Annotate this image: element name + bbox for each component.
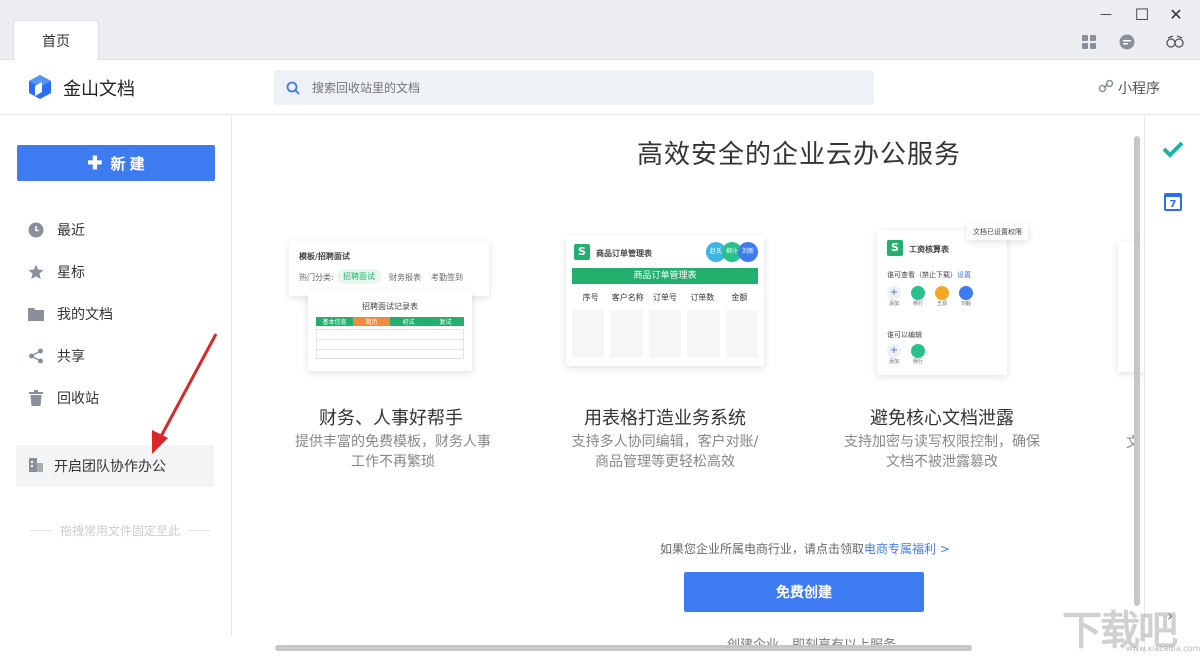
horizontal-scrollbar[interactable]	[275, 645, 972, 651]
sidebar-item-starred[interactable]: 星标	[17, 254, 215, 290]
right-rail: 7 ›	[1144, 116, 1200, 654]
sidebar-item-label: 最近	[57, 220, 85, 240]
kingsoft-docs-logo-icon	[26, 73, 54, 101]
ecommerce-benefit-link[interactable]: 电商专属福利 >	[864, 542, 950, 556]
sidebar-item-my-docs[interactable]: 我的文档	[17, 296, 215, 332]
feature-desc: 支持加密与读写权限控制，确保文档不被泄露篡改	[842, 432, 1042, 472]
close-button[interactable]: ✕	[1166, 4, 1186, 24]
maximize-button[interactable]: ☐	[1132, 4, 1152, 24]
main-content: 高效安全的企业云办公服务 模板/招聘面试 热门分类: 招聘面试 财务报表 考勤签…	[233, 116, 1143, 654]
title-bar: 首页 — ☐ ✕	[0, 0, 1200, 60]
link-icon	[1098, 78, 1114, 98]
building-icon	[28, 456, 44, 476]
site-watermark-url: www.xiazaiba.com	[1126, 644, 1200, 653]
sidebar-item-label: 我的文档	[57, 304, 113, 324]
sidebar-item-label: 星标	[57, 262, 85, 282]
salary-sheet-mockup: S 工资核算表 谁可查看（禁止下载） 设置 +添加 杨行 王源 刘毅 谁可以编辑…	[877, 230, 1007, 375]
plus-icon: ✚	[87, 153, 102, 174]
search-box[interactable]	[274, 70, 874, 105]
mini-program-label: 小程序	[1118, 78, 1160, 98]
app-header: 金山文档 小程序	[0, 60, 1200, 115]
feature-desc: 提供丰富的免费模板，财务人事工作不再繁琐	[293, 432, 493, 472]
interview-sheet-mockup: 招聘面试记录表 基本信息 简历 初试 复试	[308, 291, 472, 371]
feature-title: 避免核心文档泄露	[832, 404, 1052, 430]
mini-program-link[interactable]: 小程序	[1098, 78, 1160, 98]
free-create-button[interactable]: 免费创建	[684, 572, 924, 612]
message-icon[interactable]	[1117, 32, 1137, 52]
folder-icon	[27, 305, 45, 323]
drag-pin-hint: 拖拽常用文件固定至此	[30, 522, 210, 539]
checklist-icon[interactable]	[1162, 140, 1184, 162]
page-title: 高效安全的企业云办公服务	[637, 134, 961, 171]
sheet-app-icon: S	[574, 244, 590, 260]
minimize-button[interactable]: —	[1096, 4, 1116, 24]
star-icon	[27, 263, 45, 281]
sheet-app-icon: S	[887, 240, 903, 256]
app-title: 金山文档	[63, 75, 135, 101]
search-icon	[286, 80, 300, 99]
sidebar-item-recent[interactable]: 最近	[17, 212, 215, 248]
clock-icon	[27, 221, 45, 239]
user-avatar-icon[interactable]	[1165, 32, 1185, 52]
calendar-icon[interactable]: 7	[1164, 191, 1182, 215]
new-button-label: 新 建	[110, 153, 144, 174]
search-input[interactable]	[274, 70, 874, 105]
ecommerce-hint: 如果您企业所属电商行业，请点击领取电商专属福利 >	[660, 540, 950, 557]
tab-home-label: 首页	[42, 31, 70, 51]
order-sheet-mockup: S 商品订单管理表 赵氏 柳汁 刘新 商品订单管理表 序号 客户名称 订单号 订…	[566, 236, 764, 366]
share-icon	[27, 347, 45, 365]
template-mockup: 模板/招聘面试 热门分类: 招聘面试 财务报表 考勤签到	[289, 241, 489, 296]
red-arrow-annotation	[140, 330, 220, 460]
sidebar-item-label: 共享	[57, 346, 85, 366]
sidebar-item-label: 回收站	[57, 388, 99, 408]
feature-desc: 支持多人协同编辑，客户对账/商品管理等更轻松高效	[565, 432, 765, 472]
feature-title: 用表格打造业务系统	[555, 404, 775, 430]
feature-title: 财务、人事好帮手	[281, 404, 501, 430]
new-button[interactable]: ✚ 新 建	[17, 145, 215, 181]
svg-text:7: 7	[1170, 199, 1177, 210]
apps-grid-icon[interactable]	[1079, 32, 1099, 52]
permission-badge: 文档已设置权限	[967, 224, 1028, 240]
tab-home[interactable]: 首页	[13, 20, 99, 61]
trash-icon	[27, 389, 45, 407]
vertical-scrollbar[interactable]	[1134, 136, 1140, 606]
